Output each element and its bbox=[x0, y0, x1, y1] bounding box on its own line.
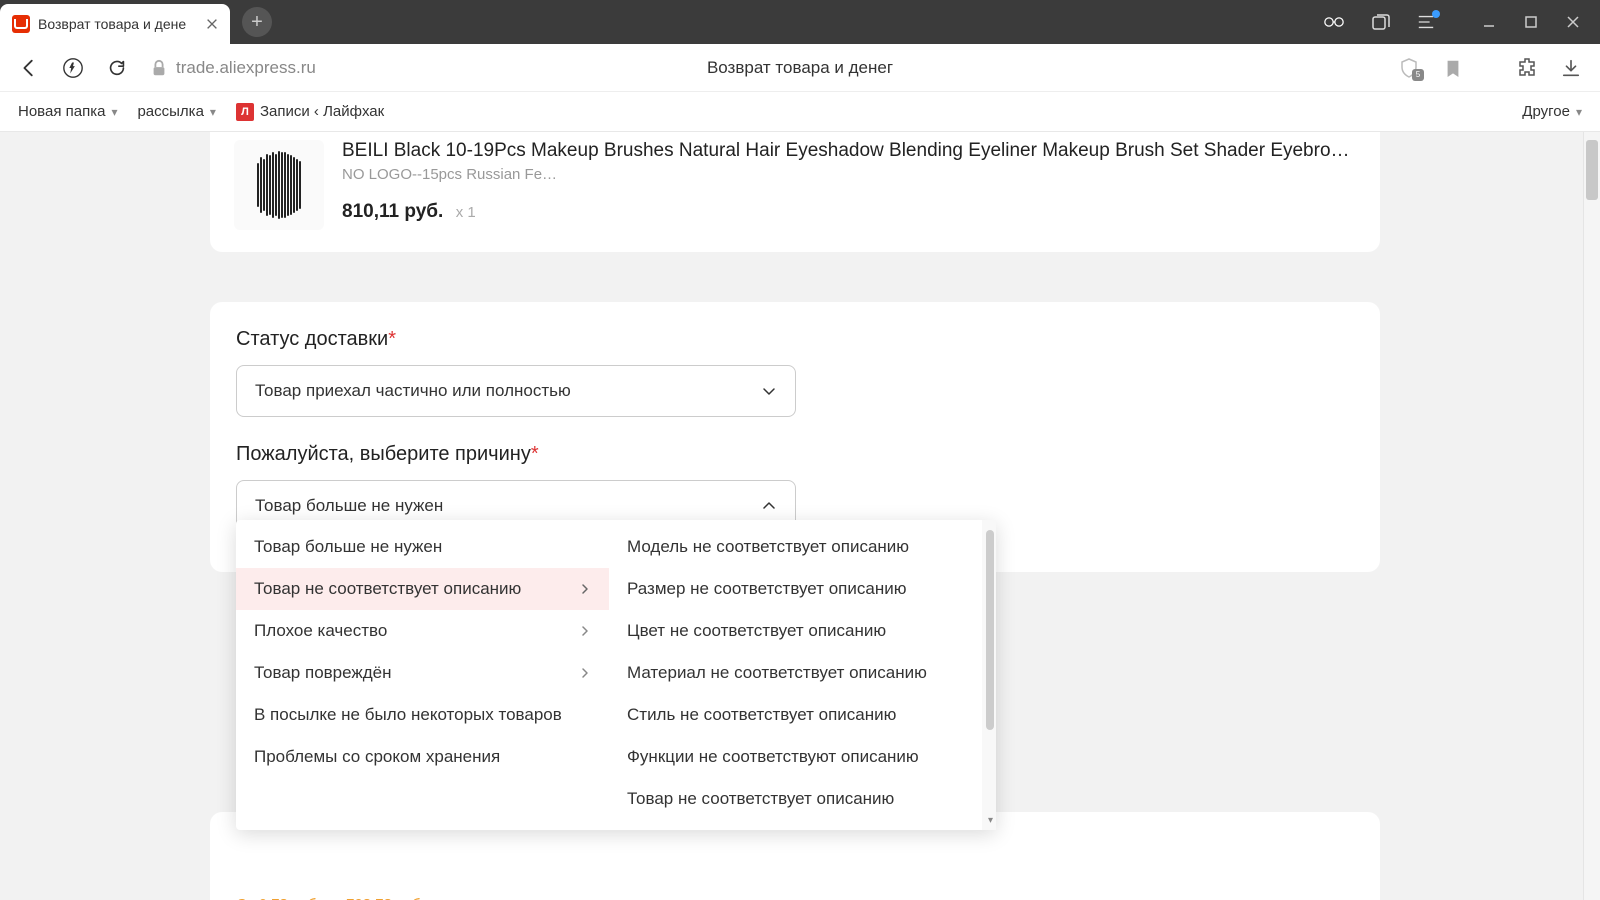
browser-navbar: trade.aliexpress.ru Возврат товара и ден… bbox=[0, 44, 1600, 92]
downloads-icon[interactable] bbox=[1560, 57, 1582, 79]
dropdown-scrollbar[interactable]: ▾ bbox=[982, 520, 996, 830]
amount-range-hint: От 0,78 руб. до 793,73 руб. bbox=[236, 896, 1354, 900]
reason-option[interactable]: Товар больше не нужен bbox=[236, 526, 609, 568]
bookmark-label: Другое bbox=[1522, 103, 1570, 120]
bookmark-label: Новая папка bbox=[18, 103, 105, 120]
reason-suboption[interactable]: Стиль не соответствует описанию bbox=[609, 694, 982, 736]
delivery-status-label: Статус доставки* bbox=[236, 328, 1354, 351]
notifications-icon[interactable] bbox=[1416, 12, 1436, 32]
reload-button[interactable] bbox=[106, 57, 128, 79]
reason-suboption[interactable]: Размер не соответствует описанию bbox=[609, 568, 982, 610]
option-label: Товар не соответствует описанию bbox=[254, 579, 521, 599]
url-text: trade.aliexpress.ru bbox=[176, 58, 316, 78]
product-price-row: 810,11 руб. x 1 bbox=[342, 201, 1356, 223]
option-label: Модель не соответствует описанию bbox=[627, 537, 909, 557]
reason-suboption[interactable]: Модель не соответствует описанию bbox=[609, 526, 982, 568]
option-label: Товар не соответствует описанию bbox=[627, 789, 894, 809]
navbar-right: 5 bbox=[1398, 57, 1582, 79]
reason-option[interactable]: Товар повреждён bbox=[236, 652, 609, 694]
product-title: BEILI Black 10-19Pcs Makeup Brushes Natu… bbox=[342, 140, 1356, 162]
close-window-button[interactable] bbox=[1566, 15, 1580, 29]
dropdown-column-2: Модель не соответствует описанию Размер … bbox=[609, 520, 982, 830]
back-button[interactable] bbox=[18, 57, 40, 79]
label-text: Статус доставки bbox=[236, 328, 388, 350]
chevron-down-icon: ▾ bbox=[111, 105, 117, 119]
product-quantity: x 1 bbox=[456, 204, 476, 221]
bookmark-folder-new[interactable]: Новая папка ▾ bbox=[18, 103, 117, 120]
browser-tab[interactable]: Возврат товара и дене bbox=[0, 4, 230, 44]
new-tab-button[interactable]: + bbox=[242, 7, 272, 37]
reason-option[interactable]: Плохое качество bbox=[236, 610, 609, 652]
option-label: Функции не соответствуют описанию bbox=[627, 747, 919, 767]
select-value: Товар приехал частично или полностью bbox=[255, 381, 571, 401]
product-card: BEILI Black 10-19Pcs Makeup Brushes Natu… bbox=[210, 132, 1380, 252]
chevron-down-icon: ▾ bbox=[1576, 105, 1582, 119]
maximize-button[interactable] bbox=[1524, 15, 1538, 29]
required-marker: * bbox=[388, 328, 396, 350]
bookmark-other[interactable]: Другое ▾ bbox=[1522, 103, 1582, 120]
scrollbar-thumb[interactable] bbox=[1586, 140, 1598, 200]
page-title: Возврат товара и денег bbox=[707, 58, 893, 78]
required-marker: * bbox=[531, 443, 539, 465]
collections-icon[interactable] bbox=[1370, 12, 1390, 32]
chevron-up-icon bbox=[761, 498, 777, 514]
select-value: Товар больше не нужен bbox=[255, 496, 443, 516]
bookmark-folder-mailing[interactable]: рассылка ▾ bbox=[137, 103, 215, 120]
reason-suboption[interactable]: Функции не соответствуют описанию bbox=[609, 736, 982, 778]
bookmarks-bar: Новая папка ▾ рассылка ▾ Л Записи ‹ Лайф… bbox=[0, 92, 1600, 132]
titlebar-right bbox=[1324, 12, 1600, 32]
page-scrollbar[interactable] bbox=[1583, 132, 1600, 900]
product-image bbox=[234, 140, 324, 230]
scroll-down-icon[interactable]: ▾ bbox=[988, 815, 993, 826]
dropdown-column-1: Товар больше не нужен Товар не соответст… bbox=[236, 520, 609, 830]
option-label: Размер не соответствует описанию bbox=[627, 579, 906, 599]
window-controls bbox=[1482, 15, 1580, 29]
reason-option[interactable]: В посылке не было некоторых товаров bbox=[236, 694, 609, 736]
option-label: Стиль не соответствует описанию bbox=[627, 705, 896, 725]
bookmark-label: Записи ‹ Лайфхак bbox=[260, 103, 384, 120]
bookmark-link-lifehack[interactable]: Л Записи ‹ Лайфхак bbox=[236, 103, 384, 121]
product-info: BEILI Black 10-19Pcs Makeup Brushes Natu… bbox=[342, 140, 1356, 230]
reason-suboption[interactable]: Материал не соответствует описанию bbox=[609, 652, 982, 694]
chevron-right-icon bbox=[579, 667, 591, 679]
scrollbar-thumb[interactable] bbox=[986, 530, 994, 730]
delivery-status-select[interactable]: Товар приехал частично или полностью bbox=[236, 365, 796, 417]
bookmark-label: рассылка bbox=[137, 103, 203, 120]
reason-option-active[interactable]: Товар не соответствует описанию bbox=[236, 568, 609, 610]
aliexpress-favicon bbox=[12, 15, 30, 33]
reason-option[interactable]: Проблемы со сроком хранения bbox=[236, 736, 609, 778]
browser-titlebar: Возврат товара и дене + bbox=[0, 0, 1600, 44]
option-label: Материал не соответствует описанию bbox=[627, 663, 927, 683]
bookmark-icon[interactable] bbox=[1442, 57, 1464, 79]
product-price: 810,11 руб. bbox=[342, 201, 443, 222]
reason-suboption[interactable]: Цвет не соответствует описанию bbox=[609, 610, 982, 652]
chevron-right-icon bbox=[579, 583, 591, 595]
minimize-button[interactable] bbox=[1482, 15, 1496, 29]
product-variant: NO LOGO--15pcs Russian Fe… bbox=[342, 166, 1356, 183]
reader-mode-icon[interactable] bbox=[1324, 12, 1344, 32]
address-bar[interactable]: trade.aliexpress.ru bbox=[150, 58, 316, 78]
yandex-home-button[interactable] bbox=[62, 57, 84, 79]
option-label: Товар больше не нужен bbox=[254, 537, 442, 557]
reason-dropdown-panel: Товар больше не нужен Товар не соответст… bbox=[236, 520, 996, 830]
label-text: Пожалуйста, выберите причину bbox=[236, 443, 531, 465]
lifehacker-favicon: Л bbox=[236, 103, 254, 121]
option-label: Проблемы со сроком хранения bbox=[254, 747, 500, 767]
option-label: В посылке не было некоторых товаров bbox=[254, 705, 562, 725]
chevron-down-icon: ▾ bbox=[210, 105, 216, 119]
lock-icon bbox=[150, 59, 168, 77]
chevron-right-icon bbox=[579, 625, 591, 637]
option-label: Цвет не соответствует описанию bbox=[627, 621, 886, 641]
extensions-icon[interactable] bbox=[1516, 57, 1538, 79]
tab-close-button[interactable] bbox=[204, 16, 220, 32]
reason-label: Пожалуйста, выберите причину* bbox=[236, 443, 1354, 466]
reason-suboption[interactable]: Товар не соответствует описанию bbox=[609, 778, 982, 820]
option-label: Плохое качество bbox=[254, 621, 387, 641]
tab-title: Возврат товара и дене bbox=[38, 16, 196, 32]
option-label: Товар повреждён bbox=[254, 663, 392, 683]
chevron-down-icon bbox=[761, 383, 777, 399]
shield-icon[interactable]: 5 bbox=[1398, 57, 1420, 79]
